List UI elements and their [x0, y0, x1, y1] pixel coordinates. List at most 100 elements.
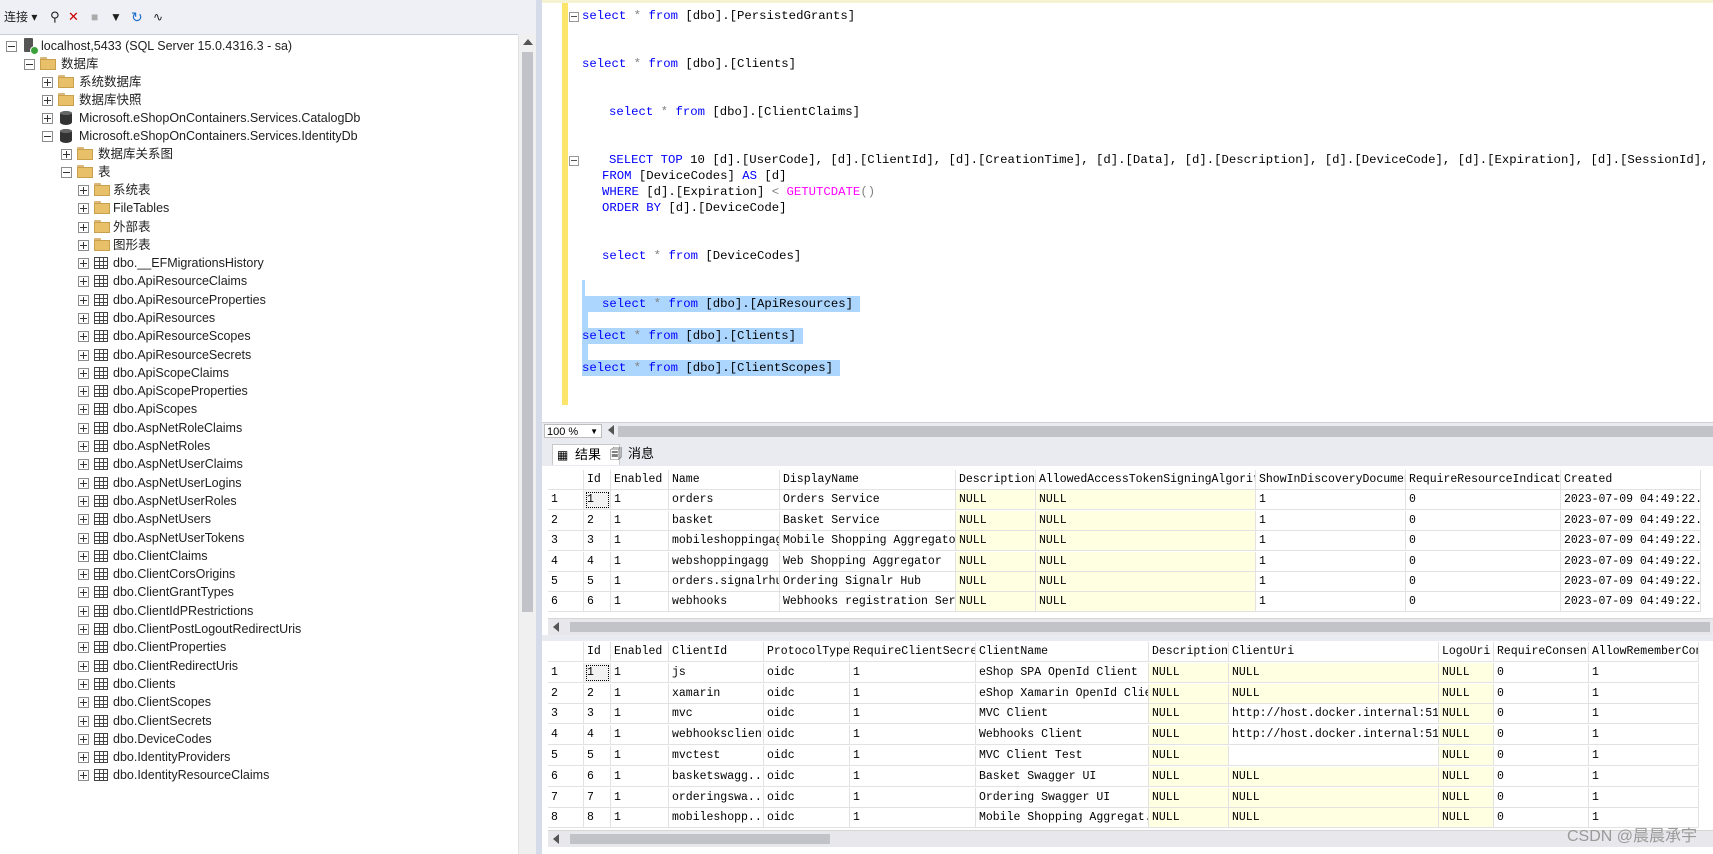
grid-cell[interactable]: oidc [764, 746, 850, 766]
column-header[interactable]: Created [1561, 470, 1701, 490]
grid-cell[interactable]: MVC Client [976, 704, 1149, 725]
grid-cell[interactable]: 1 [1256, 551, 1406, 572]
column-header[interactable]: DisplayName [780, 470, 956, 490]
grid-cell[interactable]: 1 [850, 787, 976, 808]
grid-cell[interactable]: mvc [669, 704, 764, 725]
expand-icon[interactable] [78, 770, 89, 782]
expand-icon[interactable] [78, 422, 89, 434]
grid-cell[interactable]: orders [669, 490, 780, 511]
column-header[interactable]: RequireResourceIndicator [1406, 470, 1561, 490]
grid-cell[interactable]: NULL [1229, 787, 1439, 808]
grid-cell[interactable]: orderingswa... [669, 787, 764, 808]
expand-icon[interactable] [78, 276, 89, 288]
grid-cell[interactable]: NULL [1149, 725, 1229, 746]
grid-cell[interactable]: 0 [1406, 490, 1561, 511]
expand-icon[interactable] [78, 642, 89, 654]
expand-icon[interactable] [42, 113, 53, 124]
expand-icon[interactable] [78, 532, 89, 544]
grid-cell[interactable]: webhooksclient [669, 725, 764, 746]
grid-cell[interactable]: 2023-07-09 04:49:22. [1561, 551, 1701, 572]
column-header[interactable]: ShowInDiscoveryDocument [1256, 470, 1406, 490]
grid-cell[interactable]: 1 [1589, 704, 1699, 725]
grid-cell[interactable]: NULL [1439, 704, 1494, 725]
grid-cell[interactable]: 1 [611, 662, 669, 683]
grid-cell[interactable]: 1 [850, 808, 976, 829]
expand-icon[interactable] [78, 715, 89, 727]
grid-cell[interactable]: NULL [1439, 725, 1494, 746]
expand-icon[interactable] [78, 495, 89, 507]
grid1-hscroll[interactable] [548, 618, 1713, 635]
grid-cell[interactable]: NULL [956, 551, 1036, 572]
column-header[interactable]: RequireConsent [1494, 642, 1589, 662]
grid-cell[interactable]: 1 [611, 531, 669, 552]
grid-cell[interactable]: 0 [1494, 746, 1589, 766]
grid-cell[interactable]: NULL [1229, 808, 1439, 829]
grid-cell[interactable]: 1 [850, 725, 976, 746]
column-header[interactable]: ClientName [976, 642, 1149, 662]
result-grid-api-resources[interactable]: Id Enabled Name DisplayName Description Allow… [548, 470, 1713, 618]
refresh-icon[interactable]: ↻ [131, 6, 143, 28]
column-header[interactable]: Id [584, 642, 611, 662]
grid-cell[interactable]: 0 [1494, 683, 1589, 704]
grid-cell[interactable]: 1 [1256, 510, 1406, 531]
row-number[interactable]: 4 [548, 551, 584, 572]
grid-cell[interactable]: basketswagg... [669, 766, 764, 787]
grid-cell[interactable]: xamarin [669, 683, 764, 704]
row-number[interactable]: 8 [548, 808, 584, 829]
row-number[interactable]: 3 [548, 704, 584, 725]
grid-cell[interactable]: oidc [764, 787, 850, 808]
expand-icon[interactable] [78, 441, 89, 452]
grid-cell[interactable]: Basket Swagger UI [976, 766, 1149, 787]
expand-icon[interactable] [78, 349, 89, 361]
grid-cell[interactable]: eShop Xamarin OpenId Client [976, 683, 1149, 704]
grid-cell[interactable]: Web Shopping Aggregator [780, 551, 956, 572]
grid-cell[interactable]: orders.signalrhub [669, 572, 780, 592]
result-grid-clients[interactable]: Id Enabled ClientId ProtocolType RequireClie… [548, 642, 1713, 832]
column-header[interactable]: AllowRememberConsen [1589, 642, 1699, 662]
grid-cell[interactable]: 6 [584, 592, 611, 613]
grid-cell[interactable]: 8 [584, 808, 611, 829]
grid2-scroll-thumb[interactable] [570, 834, 830, 844]
grid-cell[interactable]: 0 [1406, 572, 1561, 592]
grid-cell[interactable]: 2023-07-09 04:49:22. [1561, 510, 1701, 531]
grid-cell[interactable]: 2023-07-09 04:49:22. [1561, 531, 1701, 552]
grid-cell[interactable]: 1 [611, 683, 669, 704]
grid-cell[interactable]: 3 [584, 531, 611, 552]
grid-cell[interactable]: Basket Service [780, 510, 956, 531]
grid-cell[interactable]: NULL [1149, 787, 1229, 808]
disconnect-icon[interactable]: ✕ [68, 6, 79, 28]
row-number[interactable]: 6 [548, 766, 584, 787]
column-header[interactable]: RequireClientSecret [850, 642, 976, 662]
grid-corner-cell[interactable] [548, 642, 584, 662]
column-header[interactable]: Enabled [611, 470, 669, 490]
editor-hscroll-thumb[interactable] [618, 426, 1713, 437]
grid-cell[interactable]: NULL [1036, 592, 1256, 613]
row-number[interactable]: 6 [548, 592, 584, 613]
grid-cell[interactable]: 1 [850, 766, 976, 787]
grid-cell[interactable]: 1 [584, 490, 611, 511]
grid-cell[interactable]: NULL [1439, 662, 1494, 683]
grid-cell[interactable]: 0 [1494, 662, 1589, 683]
filter-icon[interactable]: ▼ [110, 6, 122, 28]
grid-cell[interactable]: NULL [1036, 490, 1256, 511]
tab-messages[interactable]: 🗐 消息 [606, 444, 674, 464]
grid-cell[interactable]: 1 [1589, 787, 1699, 808]
grid-cell[interactable]: 1 [611, 787, 669, 808]
grid-corner-cell[interactable] [548, 470, 584, 490]
grid-cell[interactable]: Webhooks registration Service [780, 592, 956, 613]
grid-cell[interactable]: NULL [1036, 551, 1256, 572]
expand-icon[interactable] [78, 605, 89, 617]
fold-icon[interactable] [569, 156, 579, 166]
collapse-icon[interactable] [24, 59, 35, 70]
collapse-icon[interactable] [6, 41, 17, 52]
activity-monitor-icon[interactable]: ∿ [153, 6, 163, 28]
grid-cell[interactable]: oidc [764, 704, 850, 725]
column-header[interactable]: AllowedAccessTokenSigningAlgorithms [1036, 470, 1256, 490]
grid-cell[interactable]: 2 [584, 510, 611, 531]
expand-icon[interactable] [78, 660, 89, 672]
grid-cell[interactable]: 1 [1589, 662, 1699, 683]
grid-cell[interactable]: 2023-07-09 04:49:22. [1561, 592, 1701, 613]
grid-cell[interactable]: NULL [1036, 531, 1256, 552]
tree-scroll-thumb[interactable] [522, 52, 533, 612]
grid-cell[interactable]: NULL [1036, 510, 1256, 531]
